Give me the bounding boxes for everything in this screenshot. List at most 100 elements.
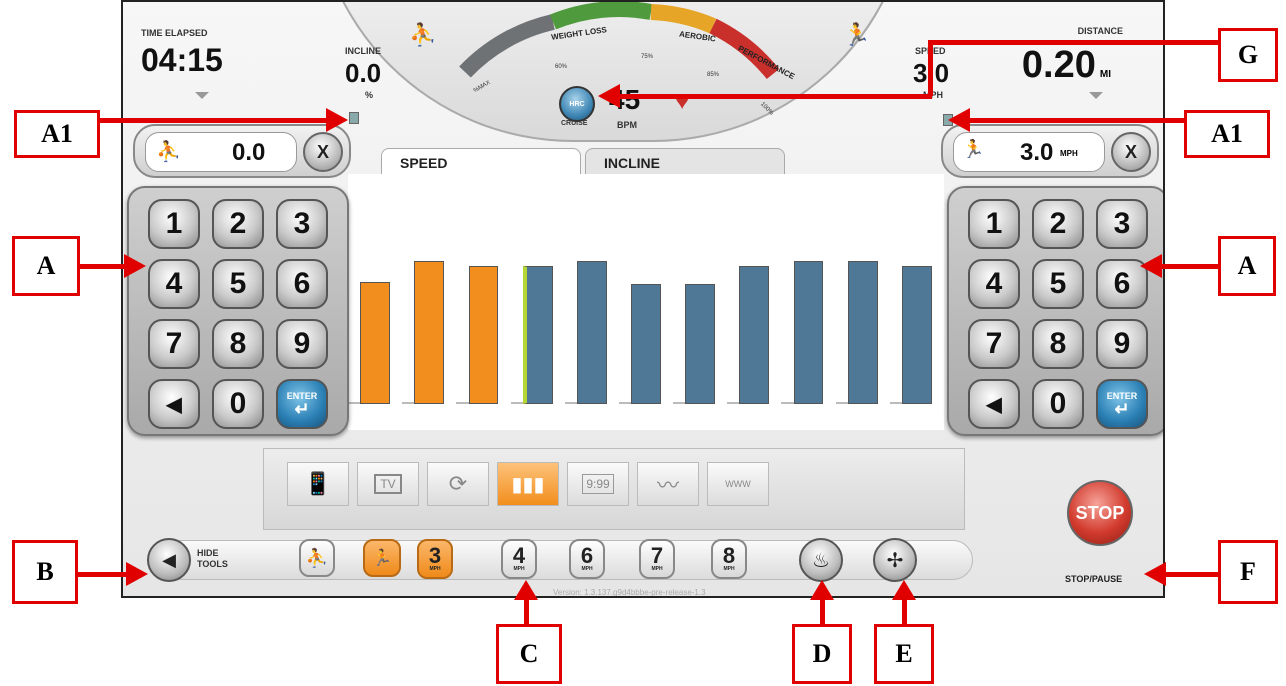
workout-bars bbox=[348, 174, 944, 404]
incline-key-0[interactable]: 0 bbox=[212, 379, 264, 429]
incline-key-8[interactable]: 8 bbox=[212, 319, 264, 369]
incline-entry-field[interactable]: ⛹ 0.0 bbox=[145, 132, 297, 172]
callout-a-right-arrow bbox=[1162, 264, 1218, 269]
preset-value: 8 bbox=[722, 543, 736, 568]
speed-preset-3[interactable]: 3 MPH bbox=[417, 539, 453, 579]
incline-key-6[interactable]: 6 bbox=[276, 259, 328, 309]
speed-backspace-button[interactable]: ◀ bbox=[968, 379, 1020, 429]
score-text: 9:99 bbox=[582, 474, 614, 494]
arrow-head-icon bbox=[514, 580, 538, 600]
tv-text: TV bbox=[374, 474, 402, 494]
speed-entry-field[interactable]: 🏃 3.0 MPH bbox=[953, 132, 1105, 172]
preset-value: 4 bbox=[512, 543, 526, 568]
callout-c-arrow bbox=[524, 598, 529, 624]
incline-key-1[interactable]: 1 bbox=[148, 199, 200, 249]
callout-g-arrow-vertical bbox=[928, 40, 933, 96]
stop-button[interactable]: STOP bbox=[1067, 480, 1133, 546]
enter-arrow-icon: ↵ bbox=[294, 399, 310, 419]
cruise-caption: CRUISE bbox=[561, 120, 588, 127]
route-icon[interactable]: 〰 bbox=[637, 462, 699, 506]
time-elapsed-expand-icon[interactable] bbox=[195, 92, 209, 99]
speed-preset-6[interactable]: 6 MPH bbox=[569, 539, 605, 579]
speed-mode-button[interactable]: 🏃 bbox=[363, 539, 401, 577]
incline-key-5[interactable]: 5 bbox=[212, 259, 264, 309]
incline-key-9[interactable]: 9 bbox=[276, 319, 328, 369]
preset-unit: MPH bbox=[651, 566, 663, 572]
bottom-tool-bar bbox=[149, 540, 973, 580]
bar-chart-icon[interactable]: ▮▮▮ bbox=[497, 462, 559, 506]
preset-unit: MPH bbox=[723, 566, 735, 572]
bpm-unit: BPM bbox=[617, 120, 637, 130]
bar-baseline-tick bbox=[456, 402, 469, 404]
callout-a-right: A bbox=[1218, 236, 1276, 296]
bar-baseline-tick bbox=[727, 402, 740, 404]
distance-expand-icon[interactable] bbox=[1089, 92, 1103, 99]
incline-scale-handle[interactable] bbox=[349, 112, 359, 124]
treadmill-screen: TIME ELAPSED 04:15 DISTANCE 0.20 MI INCL… bbox=[121, 0, 1165, 598]
preset-value: 7 bbox=[650, 543, 664, 568]
incline-key-3[interactable]: 3 bbox=[276, 199, 328, 249]
arrow-head-icon bbox=[124, 254, 146, 278]
distance-value: 0.20 bbox=[1021, 44, 1096, 86]
speed-key-5[interactable]: 5 bbox=[1032, 259, 1084, 309]
hide-label: HIDE bbox=[197, 548, 219, 558]
callout-b: B bbox=[12, 540, 78, 604]
incline-keypad: 1 2 3 4 5 6 7 8 9 ◀ 0 ENTER ↵ bbox=[127, 186, 349, 436]
incline-entry-panel: ⛹ 0.0 X bbox=[133, 124, 351, 178]
speed-clear-button[interactable]: X bbox=[1111, 132, 1151, 172]
callout-b-arrow bbox=[78, 572, 128, 577]
speed-key-0[interactable]: 0 bbox=[1032, 379, 1084, 429]
bar-baseline-tick bbox=[510, 402, 523, 404]
media-icon[interactable]: 📱 bbox=[287, 462, 349, 506]
bar-baseline-tick bbox=[889, 402, 902, 404]
heat-button[interactable]: ♨ bbox=[799, 538, 843, 582]
speed-key-7[interactable]: 7 bbox=[968, 319, 1020, 369]
workout-bar bbox=[793, 261, 824, 404]
speed-key-9[interactable]: 9 bbox=[1096, 319, 1148, 369]
version-text: Version: 1.3.137.g9d4bbbe-pre-release-1.… bbox=[553, 588, 706, 597]
speed-key-4[interactable]: 4 bbox=[968, 259, 1020, 309]
speed-preset-8[interactable]: 8 MPH bbox=[711, 539, 747, 579]
callout-g-arrow-bottom bbox=[620, 94, 932, 99]
incline-enter-button[interactable]: ENTER ↵ bbox=[276, 379, 328, 429]
incline-backspace-button[interactable]: ◀ bbox=[148, 379, 200, 429]
incline-value: 0.0 bbox=[345, 58, 382, 88]
speed-key-1[interactable]: 1 bbox=[968, 199, 1020, 249]
speed-key-8[interactable]: 8 bbox=[1032, 319, 1084, 369]
time-elapsed-value: 04:15 bbox=[141, 42, 223, 78]
zone-aerobic-segment bbox=[650, 4, 717, 34]
callout-a1-right: A1 bbox=[1184, 110, 1270, 158]
bar-baseline-tick bbox=[402, 402, 415, 404]
incline-key-4[interactable]: 4 bbox=[148, 259, 200, 309]
incline-clear-button[interactable]: X bbox=[303, 132, 343, 172]
callout-d-arrow bbox=[820, 598, 825, 624]
web-icon[interactable]: WWW bbox=[707, 462, 769, 506]
incline-key-2[interactable]: 2 bbox=[212, 199, 264, 249]
arrow-head-icon bbox=[948, 108, 970, 132]
speed-preset-4[interactable]: 4 MPH bbox=[501, 539, 537, 579]
tv-icon[interactable]: TV bbox=[357, 462, 419, 506]
speed-enter-button[interactable]: ENTER ↵ bbox=[1096, 379, 1148, 429]
tab-speed[interactable]: SPEED bbox=[381, 148, 581, 176]
workout-bar bbox=[902, 266, 932, 404]
speed-key-2[interactable]: 2 bbox=[1032, 199, 1084, 249]
callout-a1-left: A1 bbox=[14, 110, 100, 158]
replay-icon[interactable]: ⟳ bbox=[427, 462, 489, 506]
callout-c: C bbox=[496, 624, 562, 684]
scoreboard-icon[interactable]: 9:99 bbox=[567, 462, 629, 506]
speed-preset-7[interactable]: 7 MPH bbox=[639, 539, 675, 579]
incline-mode-button[interactable]: ⛹ bbox=[299, 539, 335, 577]
speed-key-3[interactable]: 3 bbox=[1096, 199, 1148, 249]
hrc-label: HRC bbox=[569, 100, 585, 108]
fan-button[interactable]: ✢ bbox=[873, 538, 917, 582]
workout-bar bbox=[739, 266, 770, 404]
incline-key-7[interactable]: 7 bbox=[148, 319, 200, 369]
tab-incline[interactable]: INCLINE bbox=[585, 148, 785, 176]
incline-entry-value: 0.0 bbox=[232, 139, 266, 166]
hide-tools-button[interactable]: ◀ bbox=[147, 538, 191, 582]
distance-unit: MI bbox=[1099, 69, 1111, 80]
time-elapsed-label: TIME ELAPSED bbox=[141, 28, 208, 38]
hrc-cruise-button[interactable]: HRC bbox=[559, 86, 595, 122]
bar-baseline-tick bbox=[564, 402, 577, 404]
workout-bar bbox=[522, 266, 553, 404]
